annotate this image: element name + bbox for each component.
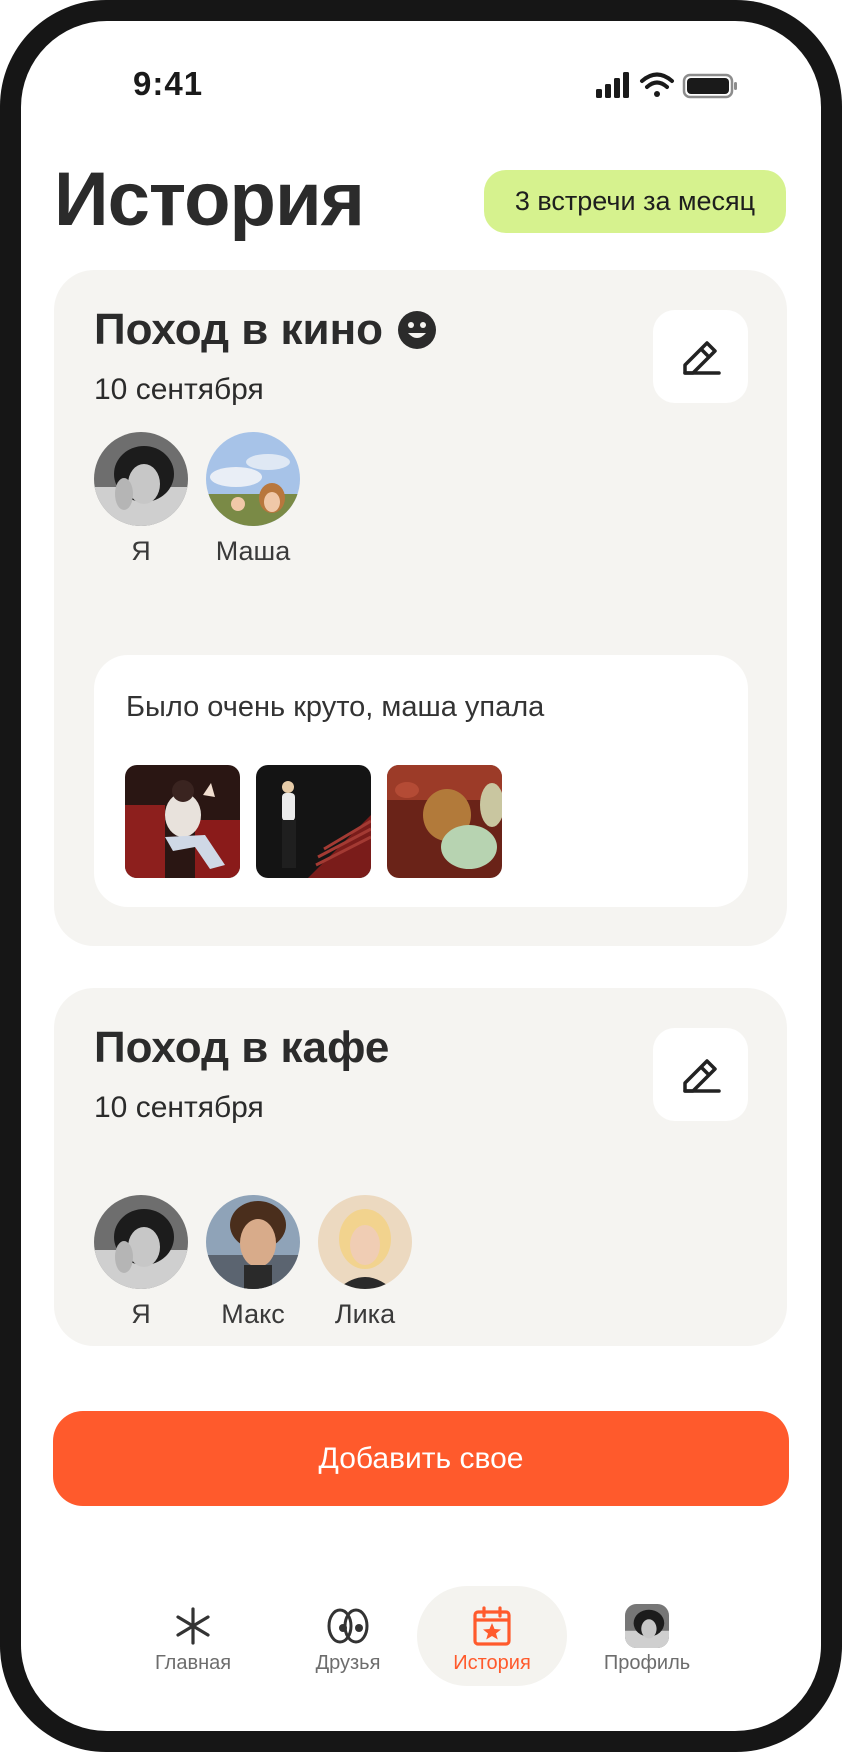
photo-thumbnail[interactable] [125, 765, 240, 878]
note-text: Было очень круто, маша упала [126, 691, 545, 723]
calendar-star-icon [470, 1604, 514, 1648]
status-time: 9:41 [133, 65, 204, 102]
meeting-title-row: Поход в кафе [94, 1023, 389, 1073]
pencil-icon [682, 1058, 721, 1093]
meeting-note: Было очень круто, маша упала [94, 655, 748, 907]
meeting-date: 10 сентября [94, 373, 264, 406]
status-icons [596, 72, 737, 99]
avatar [206, 1195, 300, 1289]
photo-thumbnail[interactable] [387, 765, 502, 878]
participant-name: Макс [221, 1299, 285, 1329]
nav-item-friends[interactable]: Друзья [273, 1586, 423, 1686]
nav-label: Главная [154, 1652, 232, 1674]
signal-icon [596, 72, 629, 98]
avatar [318, 1195, 412, 1289]
meeting-title-row: Поход в кино [94, 305, 437, 355]
app-screen: 9:41 История 3 встречи за месяц Поход в … [21, 21, 821, 1731]
nav-label: Друзья [315, 1652, 381, 1674]
nav-label: История [453, 1652, 531, 1674]
participant[interactable]: Лика [318, 1195, 412, 1330]
nav-label: Профиль [603, 1652, 691, 1674]
meeting-title: Поход в кафе [94, 1023, 390, 1072]
meeting-title: Поход в кино [94, 305, 384, 354]
meeting-card[interactable]: Поход в кино 10 сентября Я Маша Было оче… [54, 270, 787, 946]
avatar [94, 432, 188, 526]
participant-name: Я [131, 536, 151, 566]
meetings-count-badge: 3 встречи за месяц [484, 170, 786, 233]
meeting-date: 10 сентября [94, 1091, 264, 1124]
add-meeting-button[interactable]: Добавить свое [53, 1411, 789, 1506]
meeting-card[interactable]: Поход в кафе 10 сентября Я Макс Лика [54, 988, 787, 1346]
photo-gallery [125, 765, 502, 878]
asterisk-icon [171, 1604, 215, 1648]
page-title: История [54, 157, 365, 242]
edit-button[interactable] [653, 310, 748, 403]
participant[interactable]: Маша [206, 432, 300, 567]
participant-name: Я [131, 1299, 151, 1329]
battery-icon [682, 73, 737, 99]
nav-item-history[interactable]: История [417, 1586, 567, 1686]
participant[interactable]: Макс [206, 1195, 300, 1330]
avatar [206, 432, 300, 526]
smiley-icon [398, 311, 437, 349]
participant-name: Маша [215, 536, 291, 566]
pencil-icon [682, 340, 721, 375]
avatar [94, 1195, 188, 1289]
photo-thumbnail[interactable] [256, 765, 371, 878]
participants-list: Я Макс Лика [94, 1195, 412, 1330]
participants-list: Я Маша [94, 432, 300, 567]
profile-avatar [625, 1604, 669, 1648]
nav-item-profile[interactable]: Профиль [572, 1586, 722, 1686]
friends-icon [326, 1604, 370, 1648]
wifi-icon [640, 72, 674, 97]
participant[interactable]: Я [94, 432, 188, 567]
participant-name: Лика [334, 1299, 396, 1329]
participant[interactable]: Я [94, 1195, 188, 1330]
nav-item-home[interactable]: Главная [118, 1586, 268, 1686]
edit-button[interactable] [653, 1028, 748, 1121]
